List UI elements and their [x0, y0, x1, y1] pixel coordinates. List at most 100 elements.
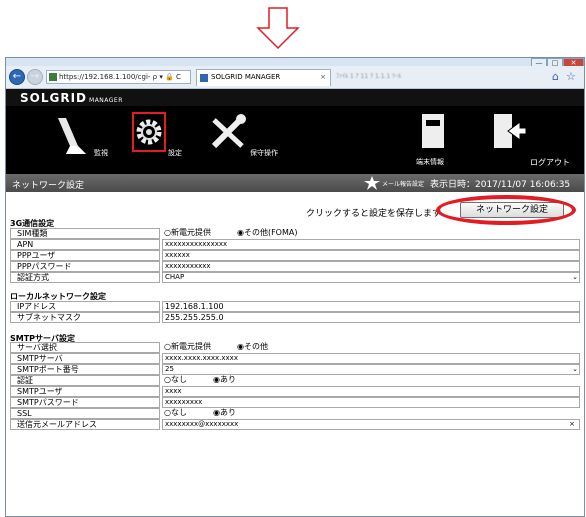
menu-item-monitor[interactable]: 監視 — [54, 112, 114, 170]
ssl-radio-none[interactable]: ○なし — [164, 408, 187, 417]
mail-settings-link[interactable]: メール報告設定 — [382, 179, 424, 188]
row-apn: APN xxxxxxxxxxxxxxx — [10, 239, 580, 250]
smtp-auth-radio-group: ○なし ◉あり — [162, 375, 580, 386]
menu-label-monitor: 監視 — [94, 149, 108, 157]
ip-address-label: IPアドレス — [10, 301, 160, 312]
down-arrow-icon — [256, 7, 300, 50]
device-icon — [422, 114, 444, 148]
row-ip-address: IPアドレス 192.168.1.100 — [10, 301, 580, 312]
mail-settings-icon[interactable] — [364, 176, 380, 190]
page-title: ネットワーク設定 — [12, 181, 85, 191]
browser-window: — □ ✕ ← → https://192.168.1.100/cgi- ρ ▾… — [5, 57, 585, 517]
chevron-down-icon[interactable]: ⌄ — [572, 365, 578, 374]
smtp-server-input[interactable]: xxxx.xxxx.xxxx.xxxx — [162, 353, 580, 364]
menu-label-device-info: 端末情報 — [416, 158, 444, 166]
row-smtp-password: SMTPパスワード xxxxxxxxx — [10, 397, 580, 408]
status-bar: ネットワーク設定 メール報告設定 表示日時：2017/11/07 16:06:3… — [6, 174, 584, 192]
browser-toolbar: ← → https://192.168.1.100/cgi- ρ ▾ 🔒 C S… — [6, 66, 584, 89]
ssl-radio-group: ○なし ◉あり — [162, 408, 580, 419]
server-select-label: サーバ選択 — [10, 342, 160, 353]
ppp-user-input[interactable]: xxxxxx — [162, 250, 580, 261]
menu-label-logout: ログアウト — [530, 158, 570, 167]
logout-door-icon — [494, 114, 526, 148]
subnet-mask-input[interactable]: 255.255.255.0 — [162, 312, 580, 323]
menu-label-maintenance: 保守操作 — [250, 149, 278, 157]
smtp-port-select[interactable]: 25 ⌄ — [162, 364, 580, 375]
app-logo: SOLGRID MANAGER — [20, 91, 123, 105]
main-menu: 監視 設定 保守操作 端末情報 ログアウト — [6, 106, 584, 174]
server-radio-group: ○新電元提供 ◉その他 — [162, 342, 580, 353]
sim-type-label: SIM種類 — [10, 228, 160, 239]
smtp-port-value: 25 — [165, 365, 174, 373]
auth-method-select[interactable]: CHAP ⌄ — [162, 272, 580, 283]
smtp-password-input[interactable]: xxxxxxxxx — [162, 397, 580, 408]
save-hint: クリックすると設定を保存します — [306, 209, 442, 219]
smtp-auth-label: 認証 — [10, 375, 160, 386]
menu-label-settings: 設定 — [168, 149, 182, 157]
ip-address-input[interactable]: 192.168.1.100 — [162, 301, 580, 312]
menu-item-device-info[interactable]: 端末情報 — [416, 112, 486, 170]
home-icon[interactable]: ⌂ — [552, 70, 559, 83]
tab-title: SOLGRID MANAGER — [211, 73, 281, 81]
clear-icon[interactable]: × — [569, 420, 575, 429]
browser-titlebar — [6, 58, 584, 66]
highlight-circle — [436, 195, 576, 225]
smtp-password-label: SMTPパスワード — [10, 397, 160, 408]
smtp-user-input[interactable]: xxxx — [162, 386, 580, 397]
blurred-toolbar-text: ﾌｧｲﾙ 1 ｱ 11 ｦ 1.1.1 ﾂｰﾙ — [336, 73, 402, 80]
back-button[interactable]: ← — [9, 69, 25, 85]
browser-tab[interactable]: SOLGRID MANAGER × — [196, 69, 331, 86]
chevron-down-icon[interactable]: ⌄ — [572, 273, 578, 282]
address-text: https://192.168.1.100/cgi- — [59, 73, 151, 81]
lock-icon — [49, 73, 57, 81]
row-server-select: サーバ選択 ○新電元提供 ◉その他 — [10, 342, 580, 353]
smtp-auth-radio-yes[interactable]: ◉あり — [213, 375, 236, 384]
tab-favicon-icon — [200, 74, 208, 82]
row-ppp-user: PPPユーザ xxxxxx — [10, 250, 580, 261]
smtp-server-label: SMTPサーバ — [10, 353, 160, 364]
sender-email-value: xxxxxxxx@xxxxxxxx — [165, 420, 239, 428]
logo-sub: MANAGER — [89, 97, 123, 104]
row-sender-email: 送信元メールアドレス xxxxxxxx@xxxxxxxx × — [10, 419, 580, 430]
star-icon[interactable]: ☆ — [566, 70, 576, 83]
menu-item-maintenance[interactable]: 保守操作 — [210, 112, 290, 170]
apn-input[interactable]: xxxxxxxxxxxxxxx — [162, 239, 580, 250]
logo-text: SOLGRID — [20, 91, 88, 105]
server-radio-other[interactable]: ◉その他 — [237, 342, 268, 351]
row-smtp-auth: 認証 ○なし ◉あり — [10, 375, 580, 386]
auth-method-value: CHAP — [165, 273, 185, 281]
forward-button[interactable]: → — [27, 69, 43, 85]
row-ssl: SSL ○なし ◉あり — [10, 408, 580, 419]
ssl-label: SSL — [10, 408, 160, 419]
smtp-auth-radio-none[interactable]: ○なし — [164, 375, 187, 384]
app-header: SOLGRID MANAGER — [6, 89, 584, 106]
sender-email-label: 送信元メールアドレス — [10, 419, 160, 430]
subnet-mask-label: サブネットマスク — [10, 312, 160, 323]
sim-radio-shindengen[interactable]: ○新電元提供 — [164, 228, 211, 237]
row-subnet-mask: サブネットマスク 255.255.255.0 — [10, 312, 580, 323]
menu-item-settings[interactable]: 設定 — [132, 112, 188, 170]
tab-close-icon[interactable]: × — [320, 70, 326, 85]
row-auth-method: 認証方式 CHAP ⌄ — [10, 272, 580, 283]
server-radio-shindengen[interactable]: ○新電元提供 — [164, 342, 211, 351]
row-sim-type: SIM種類 ○新電元提供 ◉その他(FOMA) — [10, 228, 580, 239]
row-smtp-port: SMTPポート番号 25 ⌄ — [10, 364, 580, 375]
address-icons: ρ ▾ 🔒 C — [152, 73, 181, 81]
sim-radio-other[interactable]: ◉その他(FOMA) — [237, 228, 298, 237]
address-bar[interactable]: https://192.168.1.100/cgi- ρ ▾ 🔒 C — [46, 70, 191, 84]
smtp-user-label: SMTPユーザ — [10, 386, 160, 397]
menu-item-logout[interactable]: ログアウト — [492, 112, 582, 170]
apn-label: APN — [10, 239, 160, 250]
auth-method-label: 認証方式 — [10, 272, 160, 283]
sim-type-radio-group: ○新電元提供 ◉その他(FOMA) — [162, 228, 580, 239]
ppp-password-label: PPPパスワード — [10, 261, 160, 272]
ssl-radio-yes[interactable]: ◉あり — [213, 408, 236, 417]
display-datetime: 表示日時：2017/11/07 16:06:35 — [430, 180, 571, 190]
gear-icon — [136, 119, 162, 145]
ppp-password-input[interactable]: xxxxxxxxxxx — [162, 261, 580, 272]
row-smtp-user: SMTPユーザ xxxx — [10, 386, 580, 397]
sender-email-input[interactable]: xxxxxxxx@xxxxxxxx × — [162, 419, 580, 430]
tools-icon — [211, 114, 246, 149]
broom-icon — [58, 118, 86, 154]
settings-content: クリックすると設定を保存します ネットワーク設定 3G通信設定 SIM種類 ○新… — [6, 192, 584, 516]
